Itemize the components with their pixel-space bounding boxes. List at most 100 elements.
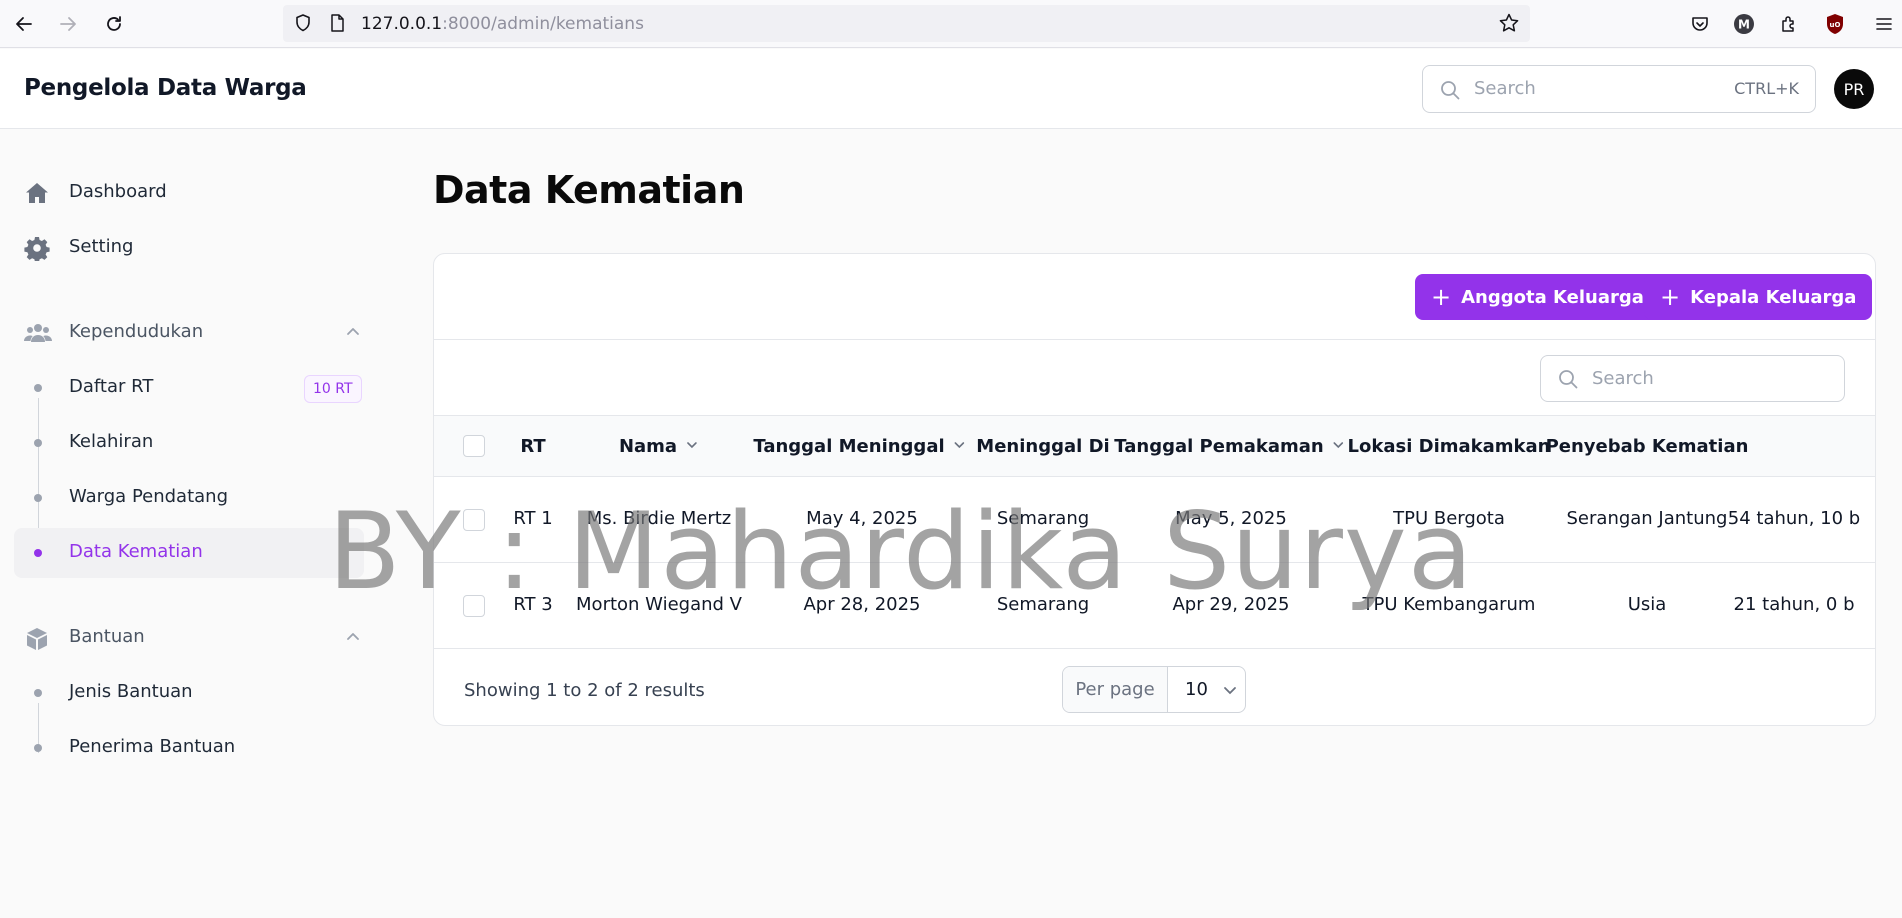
pagination-summary: Showing 1 to 2 of 2 results (464, 680, 705, 701)
column-header-rt: RT (520, 436, 546, 457)
column-header-nama[interactable]: Nama (619, 436, 699, 457)
bullet-dot (34, 439, 42, 447)
cell-rt: RT 3 (513, 594, 553, 615)
select-all-checkbox[interactable] (463, 435, 485, 457)
browser-toolbar: 127.0.0.1:8000/admin/kematians M uO (0, 0, 1902, 48)
user-avatar[interactable]: PR (1834, 69, 1874, 109)
cell-tanggal-pemakaman: May 5, 2025 (1175, 508, 1287, 529)
global-search-placeholder: Search (1474, 78, 1536, 99)
bullet-dot (34, 744, 42, 752)
column-header-tanggal-meninggal[interactable]: Tanggal Meninggal (753, 436, 966, 457)
cell-penyebab: Serangan Jantung (1566, 508, 1728, 529)
chevron-down-icon (685, 436, 699, 457)
sidebar-item-dashboard[interactable]: Dashboard (14, 168, 364, 218)
back-icon[interactable] (10, 10, 38, 38)
table-search-placeholder: Search (1592, 368, 1654, 389)
brand-title[interactable]: Pengelola Data Warga (24, 75, 307, 101)
pocket-icon[interactable] (1686, 10, 1714, 38)
column-header-penyebab-kematian: Penyebab Kematian (1545, 436, 1749, 457)
forward-icon[interactable] (54, 10, 82, 38)
sidebar-item-label: Kelahiran (69, 431, 154, 452)
app-header: Pengelola Data Warga Search CTRL+K PR (0, 49, 1902, 129)
page-title: Data Kematian (433, 168, 745, 212)
ublock-icon[interactable]: uO (1821, 10, 1849, 38)
chevron-down-icon (1332, 436, 1346, 457)
cell-rt: RT 1 (513, 508, 553, 529)
cell-umur: 21 tahun, 0 b (1733, 594, 1855, 615)
per-page-value: 10 (1185, 679, 1208, 700)
cell-meninggal-di: Semarang (996, 594, 1090, 615)
plus-icon: + (1431, 283, 1452, 311)
count-badge: 10 RT (304, 375, 362, 403)
button-label: Kepala Keluarga (1690, 286, 1857, 308)
add-anggota-keluarga-button[interactable]: + Anggota Keluarga (1415, 274, 1660, 320)
bullet-dot (34, 384, 42, 392)
account-m-icon[interactable]: M (1730, 10, 1758, 38)
cell-lokasi: TPU Bergota (1393, 508, 1505, 529)
bullet-dot (34, 494, 42, 502)
page-icon (327, 13, 347, 37)
search-icon (1557, 368, 1579, 394)
search-icon (1439, 79, 1461, 105)
sidebar-item-label: Warga Pendatang (69, 486, 229, 507)
extensions-icon[interactable] (1775, 10, 1803, 38)
row-checkbox[interactable] (463, 595, 485, 617)
sidebar-group-label: Kependudukan (69, 321, 204, 342)
bullet-dot (34, 689, 42, 697)
svg-text:uO: uO (1830, 21, 1841, 29)
global-search-input[interactable]: Search CTRL+K (1422, 65, 1816, 113)
svg-text:M: M (1738, 18, 1750, 32)
add-kepala-keluarga-button[interactable]: + Kepala Keluarga (1644, 274, 1873, 320)
sidebar-item-jenis-bantuan[interactable]: Jenis Bantuan (14, 668, 364, 718)
sidebar-item-warga-pendatang[interactable]: Warga Pendatang (14, 473, 364, 523)
sidebar-group-kependudukan[interactable]: Kependudukan (14, 313, 364, 353)
cell-meninggal-di: Semarang (996, 508, 1090, 529)
sidebar-item-kelahiran[interactable]: Kelahiran (14, 418, 364, 468)
sidebar: Dashboard Setting Kependudukan Daftar RT… (0, 130, 380, 918)
sidebar-item-label: Dashboard (69, 181, 167, 202)
per-page-label: Per page (1063, 667, 1168, 712)
column-header-lokasi-dimakamkan: Lokasi Dimakamkan (1347, 436, 1551, 457)
gear-icon (24, 235, 50, 263)
cell-umur: 54 tahun, 10 b (1727, 508, 1861, 529)
chevron-down-icon (953, 436, 967, 457)
menu-icon[interactable] (1870, 10, 1898, 38)
sidebar-item-label: Data Kematian (69, 541, 203, 562)
sidebar-item-label: Daftar RT (69, 376, 154, 397)
table-row[interactable]: RT 3 Morton Wiegand V Apr 28, 2025 Semar… (434, 563, 1875, 649)
sidebar-item-label: Penerima Bantuan (69, 736, 236, 757)
sidebar-item-daftar-rt[interactable]: Daftar RT 10 RT (14, 363, 364, 413)
sidebar-item-data-kematian[interactable]: Data Kematian (14, 528, 364, 578)
sidebar-item-label: Jenis Bantuan (69, 681, 193, 702)
sidebar-item-setting[interactable]: Setting (14, 223, 364, 273)
sidebar-item-penerima-bantuan[interactable]: Penerima Bantuan (14, 723, 364, 773)
reload-icon[interactable] (100, 10, 128, 38)
table-row[interactable]: RT 1 Ms. Birdie Mertz May 4, 2025 Semara… (434, 477, 1875, 563)
per-page-select[interactable]: Per page 10 (1062, 666, 1246, 713)
shield-icon[interactable] (293, 13, 313, 37)
chevron-up-icon[interactable] (344, 628, 362, 650)
divider (434, 339, 1875, 340)
plus-icon: + (1660, 283, 1681, 311)
bullet-dot (34, 549, 42, 557)
column-header-tanggal-pemakaman[interactable]: Tanggal Pemakaman (1114, 436, 1345, 457)
bookmark-star-icon[interactable] (1498, 12, 1520, 38)
chevron-up-icon[interactable] (344, 323, 362, 345)
search-shortcut-hint: CTRL+K (1734, 79, 1799, 98)
cell-nama: Morton Wiegand V (576, 594, 742, 615)
users-icon (24, 321, 52, 349)
cell-lokasi: TPU Kembangarum (1362, 594, 1536, 615)
table-card: + Anggota Keluarga + Kepala Keluarga Sea… (433, 253, 1876, 726)
row-checkbox[interactable] (463, 509, 485, 531)
table-search-input[interactable]: Search (1540, 355, 1845, 402)
table-header: RT Nama Tanggal Meninggal Meninggal Di T… (434, 415, 1875, 477)
address-bar[interactable]: 127.0.0.1:8000/admin/kematians (283, 5, 1530, 42)
sidebar-item-label: Setting (69, 236, 134, 257)
home-icon (24, 180, 50, 206)
cell-tanggal-pemakaman: Apr 29, 2025 (1172, 594, 1290, 615)
cell-nama: Ms. Birdie Mertz (586, 508, 732, 529)
sidebar-group-bantuan[interactable]: Bantuan (14, 618, 364, 658)
chevron-down-icon (1222, 682, 1238, 702)
cube-icon (24, 626, 50, 656)
url-text: 127.0.0.1:8000/admin/kematians (361, 14, 644, 34)
